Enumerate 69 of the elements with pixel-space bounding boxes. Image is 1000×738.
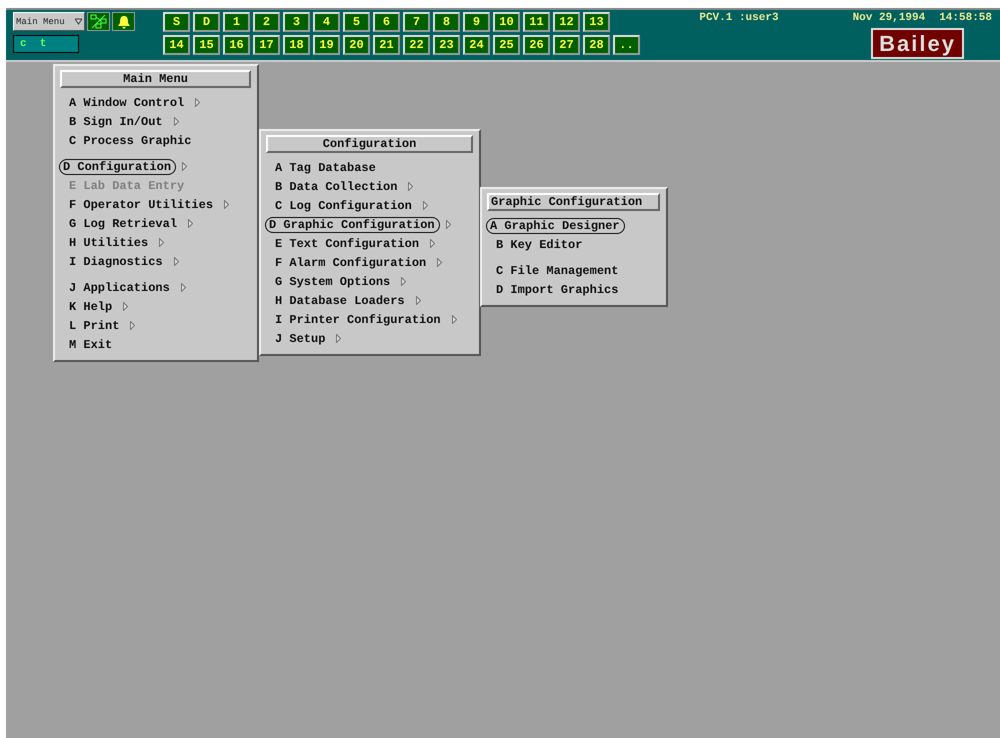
number-key[interactable]: 1 [223,12,250,32]
menu-item[interactable]: L Print [60,318,124,334]
number-key[interactable]: 7 [403,12,430,32]
menu-item[interactable]: J Applications [60,280,175,296]
time: 14:58:58 [939,12,992,24]
menu-title: Main Menu [60,70,251,88]
number-key[interactable]: 15 [193,35,220,55]
number-key[interactable]: 25 [493,35,520,55]
network-icon[interactable] [87,12,110,31]
menu-item[interactable]: F Alarm Configuration [266,254,432,270]
number-key[interactable]: 13 [583,12,610,32]
menu-item[interactable]: I Diagnostics [60,254,168,270]
menu-item[interactable]: B Sign In/Out [60,114,168,130]
number-key[interactable]: 23 [433,35,460,55]
number-key[interactable]: 22 [403,35,430,55]
number-key[interactable]: 10 [493,12,520,32]
more-key[interactable]: .. [613,35,640,55]
menu-item[interactable]: F Operator Utilities [60,196,218,212]
number-key[interactable]: 24 [463,35,490,55]
menu-item[interactable]: B Data Collection [266,178,402,194]
menu-title: Configuration [266,135,473,153]
number-key[interactable]: 26 [523,35,550,55]
menu-item[interactable]: M Exit [60,336,118,352]
menu-item[interactable]: D Import Graphics [487,282,624,298]
menu-item[interactable]: H Database Loaders [266,292,410,308]
number-key[interactable]: 9 [463,12,490,32]
menu-item[interactable]: G Log Retrieval [60,216,182,232]
number-key[interactable]: 12 [553,12,580,32]
menu-item[interactable]: E Text Configuration [266,236,424,252]
menu-item[interactable]: C Log Configuration [266,198,417,214]
menu-item[interactable]: K Help [60,298,118,314]
number-key[interactable]: 19 [313,35,340,55]
node-user: PCV.1 :user3 [699,12,779,24]
menu-item[interactable]: G System Options [266,274,396,290]
menu-item[interactable]: A Window Control [60,94,190,110]
menu-item[interactable]: A Graphic Designer [486,218,625,234]
number-key[interactable]: S [163,12,190,32]
number-key[interactable]: 17 [253,35,280,55]
number-key[interactable]: 16 [223,35,250,55]
menu-item[interactable]: D Graphic Configuration [265,216,440,232]
caret-icon [75,18,82,25]
menu-item[interactable]: C Process Graphic [60,132,196,148]
menu-item[interactable]: J Setup [266,330,330,346]
menu-item[interactable]: A Tag Database [266,160,381,176]
menu-title: Graphic Configuration [487,193,660,211]
number-key[interactable]: 20 [343,35,370,55]
number-key[interactable]: 3 [283,12,310,32]
number-key[interactable]: 11 [523,12,550,32]
menu-item[interactable]: H Utilities [60,234,154,250]
number-key[interactable]: 28 [583,35,610,55]
number-key[interactable]: 14 [163,35,190,55]
number-key[interactable]: 4 [313,12,340,32]
menu-dropdown[interactable]: Main Menu [13,12,85,31]
command-field[interactable]: c t [13,35,79,53]
logo: Bailey [871,28,964,59]
menu-item[interactable]: D Configuration [59,158,176,174]
date: Nov 29,1994 [852,12,926,24]
number-key[interactable]: 2 [253,12,280,32]
menu-item[interactable]: B Key Editor [487,236,588,252]
number-key[interactable]: 6 [373,12,400,32]
number-key[interactable]: 8 [433,12,460,32]
number-key[interactable]: D [193,12,220,32]
number-key[interactable]: 21 [373,35,400,55]
number-key[interactable]: 27 [553,35,580,55]
number-key[interactable]: 5 [343,12,370,32]
menu-item[interactable]: I Printer Configuration [266,312,446,328]
bell-icon[interactable] [112,12,135,31]
menu-item[interactable]: C File Management [487,262,624,278]
number-key[interactable]: 18 [283,35,310,55]
